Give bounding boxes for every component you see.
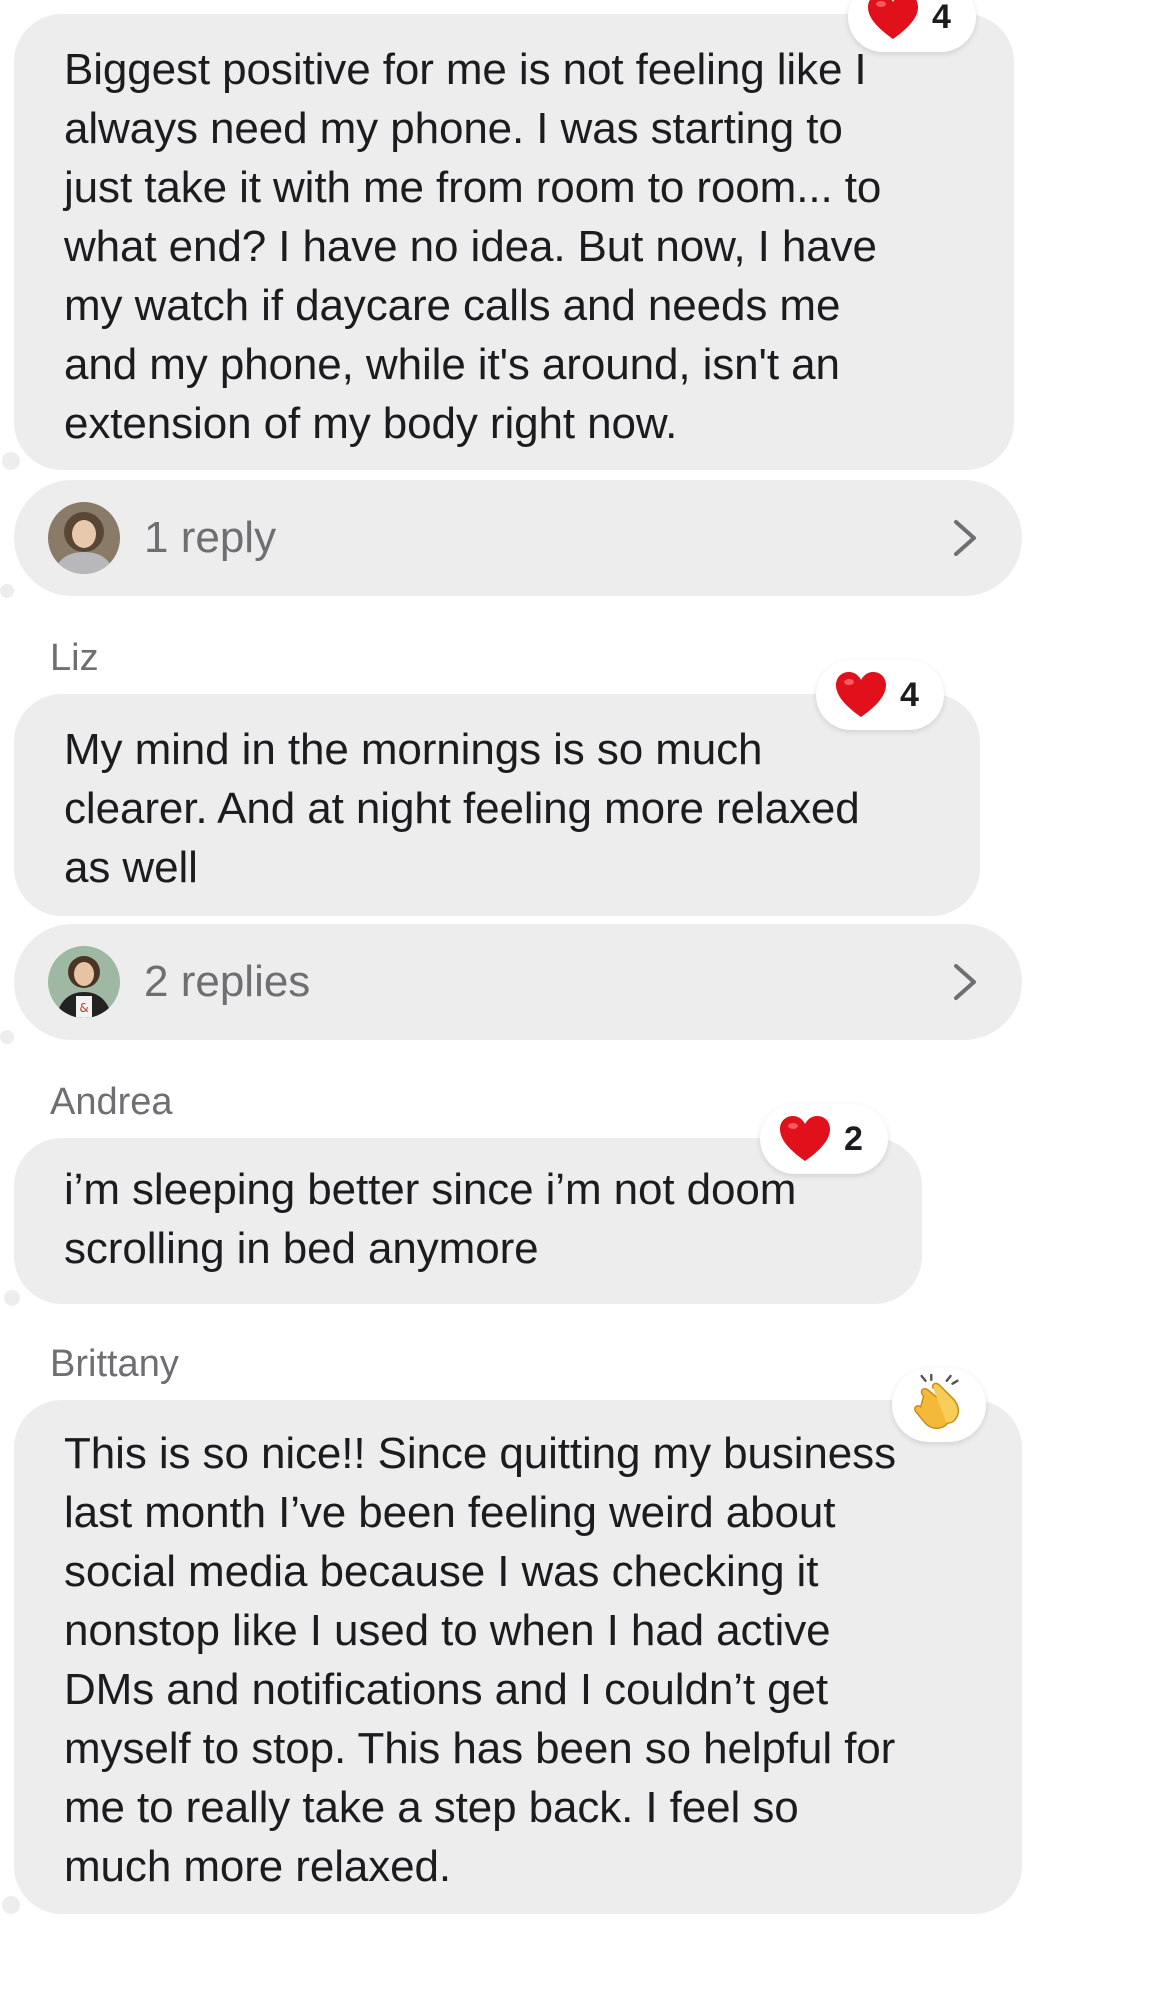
message-text: i’m sleeping better since i’m not doom s… <box>64 1165 797 1273</box>
message-text: My mind in the mornings is so much clear… <box>64 725 860 892</box>
heart-icon <box>780 1116 830 1161</box>
chevron-right-icon <box>954 520 976 556</box>
reaction-badge[interactable]: 4 <box>816 660 944 730</box>
message-text: Biggest positive for me is not feeling l… <box>64 45 882 448</box>
sender-name: Brittany <box>50 1343 179 1385</box>
bubble-tail <box>4 1290 20 1306</box>
bubble-tail <box>2 1896 20 1914</box>
sender-name: Andrea <box>50 1081 173 1123</box>
sender-name: Liz <box>50 637 99 679</box>
reaction-badge[interactable] <box>892 1368 986 1442</box>
replies-label: 2 replies <box>144 957 311 1006</box>
reaction-badge[interactable]: 4 <box>848 0 976 52</box>
svg-text:&: & <box>79 1001 88 1015</box>
replies-button[interactable]: 1 reply <box>14 480 1022 596</box>
avatar <box>48 502 120 574</box>
replies-label: 1 reply <box>144 513 277 562</box>
reaction-count: 4 <box>900 676 919 714</box>
reaction-count: 2 <box>844 1120 863 1158</box>
message-bubble[interactable]: My mind in the mornings is so much clear… <box>14 694 980 916</box>
reaction-count: 4 <box>932 0 951 36</box>
message-text: This is so nice!! Since quitting my busi… <box>64 1429 896 1891</box>
chevron-right-icon <box>954 964 976 1000</box>
clapping-hands-icon <box>914 1374 960 1429</box>
bubble-tail <box>0 1030 14 1044</box>
heart-icon <box>868 0 918 39</box>
heart-icon <box>836 672 886 717</box>
replies-button[interactable]: & 2 replies <box>14 924 1022 1040</box>
bubble-tail <box>0 584 14 598</box>
bubble-tail <box>2 452 20 470</box>
message-bubble[interactable]: This is so nice!! Since quitting my busi… <box>14 1400 1022 1914</box>
avatar: & <box>48 946 120 1018</box>
reaction-badge[interactable]: 2 <box>760 1104 888 1174</box>
message-bubble[interactable]: Biggest positive for me is not feeling l… <box>14 14 1014 470</box>
